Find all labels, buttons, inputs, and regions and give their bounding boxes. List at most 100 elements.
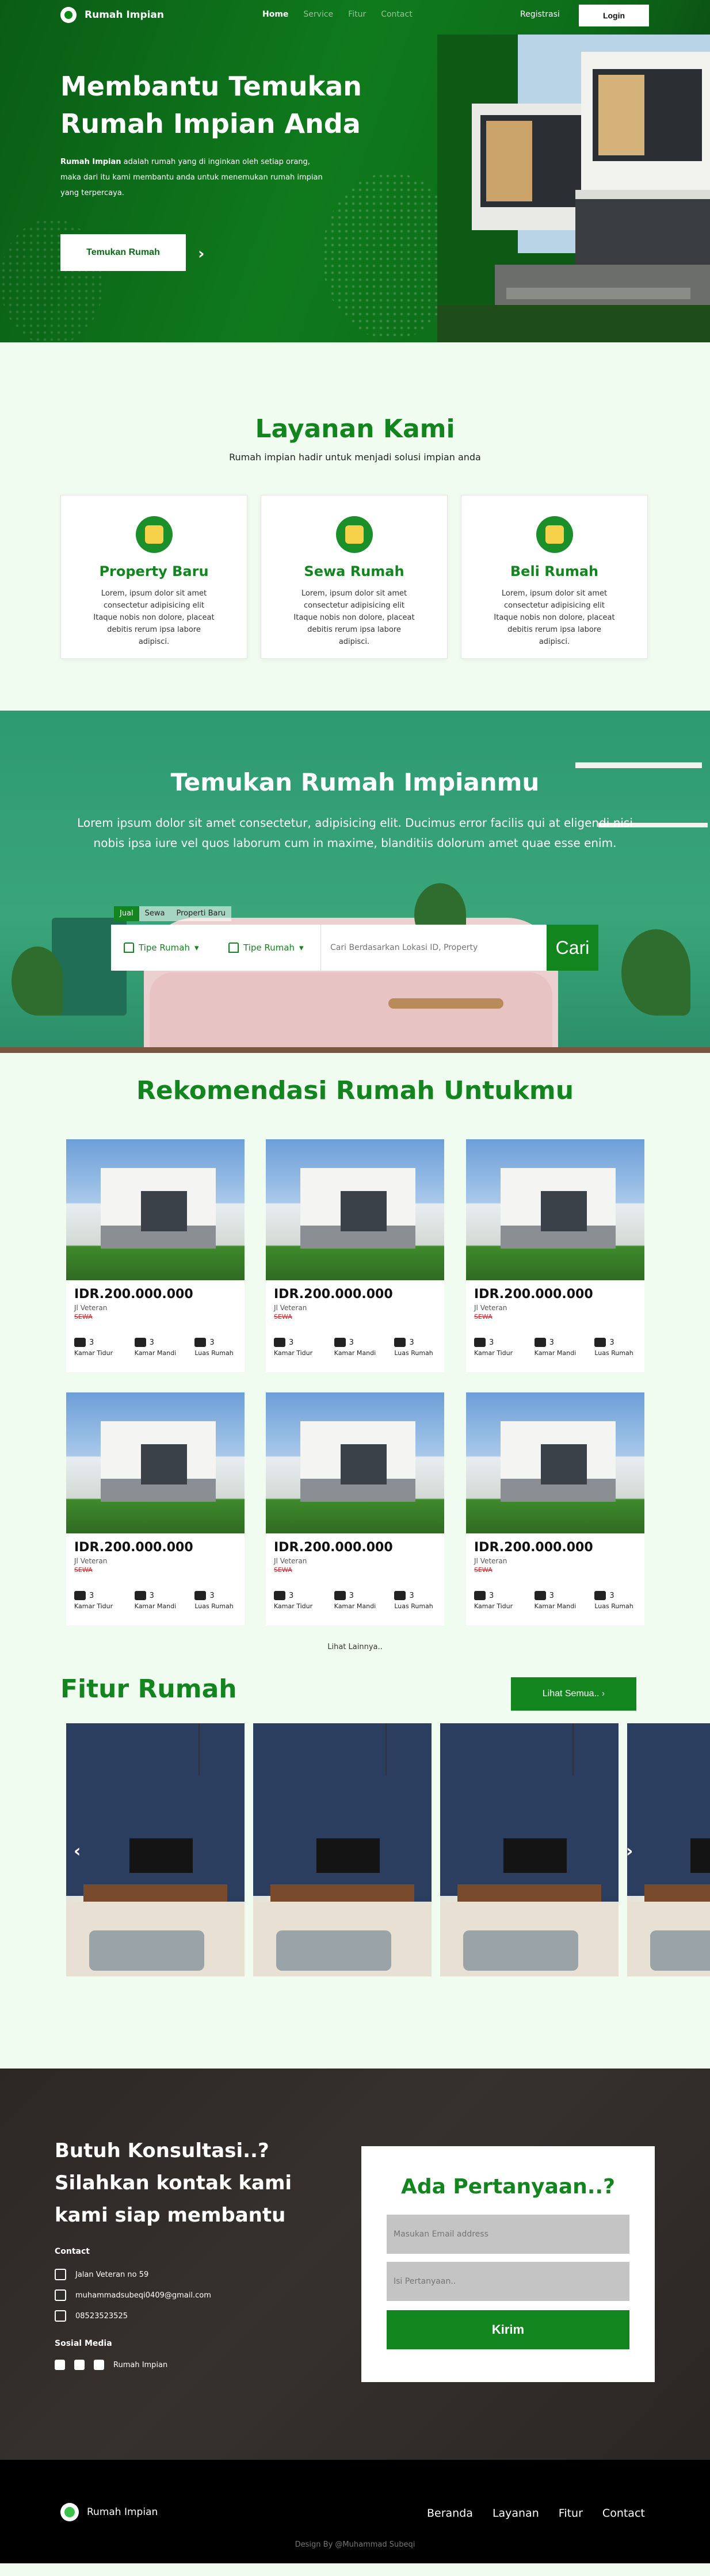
beds-label: Kamar Tidur (74, 1349, 113, 1357)
beds-count: 3 (89, 1591, 94, 1600)
area-count: 3 (409, 1338, 414, 1347)
search-description: Lorem ipsum dolor sit amet consectetur, … (77, 816, 633, 850)
email-field[interactable] (387, 2215, 629, 2254)
brand[interactable]: Rumah Impian (60, 7, 164, 23)
service-card-text: Lorem, ipsum dolor sit amet consectetur … (293, 589, 415, 646)
table-decoration (388, 998, 503, 1009)
search-input[interactable] (320, 925, 547, 971)
beds-label: Kamar Tidur (74, 1602, 113, 1610)
baths-count: 3 (349, 1591, 354, 1600)
property-price: IDR.200.000.000 (474, 1287, 593, 1302)
beds-count: 3 (289, 1338, 294, 1347)
contact-phone-row[interactable]: 08523523525 (55, 2310, 128, 2322)
services-title: Layanan Kami (255, 414, 455, 444)
property-card[interactable]: IDR.200.000.000 Jl Veteran SEWA 3 Kamar Tidu… (266, 1392, 444, 1625)
nav-link-fitur[interactable]: Fitur (348, 10, 366, 19)
login-button[interactable]: Login (579, 5, 649, 26)
question-field[interactable] (387, 2262, 629, 2301)
area-icon (194, 1338, 207, 1347)
house-type-select-2[interactable]: Tipe Rumah ▾ (216, 942, 320, 953)
feature-area: 3 Luas Rumah (194, 1338, 245, 1357)
carousel-next-icon[interactable]: › (626, 1841, 633, 1861)
see-all-label: Lihat Semua.. (542, 1689, 600, 1699)
feature-baths: 3 Kamar Mandi (534, 1338, 585, 1357)
see-all-button[interactable]: Lihat Semua.. › (511, 1677, 636, 1711)
footer-brand[interactable]: Rumah Impian (60, 2503, 158, 2521)
property-card[interactable]: IDR.200.000.000 Jl Veteran SEWA 3 Kamar Tidu… (66, 1139, 245, 1372)
tab-properti-baru[interactable]: Properti Baru (170, 906, 232, 921)
service-card-text: Lorem, ipsum dolor sit amet consectetur … (494, 589, 615, 646)
property-address: Jl Veteran (474, 1557, 507, 1565)
tab-jual[interactable]: Jual (114, 906, 139, 921)
property-tag: SEWA (274, 1313, 292, 1321)
contact-address: Jalan Veteran no 59 (75, 2270, 149, 2279)
feature-slide[interactable] (627, 1723, 710, 1976)
nav-link-contact[interactable]: Contact (381, 10, 412, 19)
footer-link-beranda[interactable]: Beranda (427, 2507, 473, 2520)
beds-label: Kamar Tidur (474, 1349, 513, 1357)
beds-label: Kamar Tidur (474, 1602, 513, 1610)
bath-icon (534, 1338, 546, 1347)
property-image (466, 1392, 644, 1533)
services-subtitle: Rumah impian hadir untuk menjadi solusi … (229, 452, 481, 463)
property-card[interactable]: IDR.200.000.000 Jl Veteran SEWA 3 Kamar Tidu… (466, 1139, 644, 1372)
carousel-prev-icon[interactable]: ‹ (74, 1841, 81, 1861)
area-label: Luas Rumah (394, 1349, 433, 1357)
house-type-select-1[interactable]: Tipe Rumah ▾ (111, 942, 216, 953)
baths-label: Kamar Mandi (534, 1349, 577, 1357)
contact-phone: 08523523525 (75, 2311, 128, 2321)
register-link[interactable]: Registrasi (520, 10, 560, 19)
service-card-sewa-rumah[interactable]: Sewa Rumah Lorem, ipsum dolor sit amet c… (261, 495, 448, 659)
contact-email-row[interactable]: muhammadsubeqi0409@gmail.com (55, 2289, 211, 2301)
see-more-link[interactable]: Lihat Lainnya.. (0, 1643, 710, 1651)
chevron-right-icon[interactable]: › (198, 244, 205, 263)
property-price: IDR.200.000.000 (474, 1540, 593, 1555)
contact-email: muhammadsubeqi0409@gmail.com (75, 2291, 211, 2300)
phone-icon (55, 2310, 66, 2322)
instagram-icon[interactable] (94, 2360, 104, 2370)
floor-decoration (0, 1047, 710, 1053)
social-row: Rumah Impian (55, 2360, 167, 2370)
property-features: 3 Kamar Tidur 3 Kamar Mandi 3 Luas Rumah (474, 1338, 644, 1357)
submit-button[interactable]: Kirim (387, 2310, 629, 2349)
nav-link-home[interactable]: Home (262, 10, 288, 19)
footer-link-fitur[interactable]: Fitur (559, 2507, 583, 2520)
property-card[interactable]: IDR.200.000.000 Jl Veteran SEWA 3 Kamar Tidu… (266, 1139, 444, 1372)
feature-beds: 3 Kamar Tidur (474, 1591, 524, 1610)
service-card-beli-rumah[interactable]: Beli Rumah Lorem, ipsum dolor sit amet c… (461, 495, 648, 659)
plant-decoration (12, 947, 63, 1016)
feature-beds: 3 Kamar Tidur (74, 1338, 124, 1357)
facebook-icon[interactable] (55, 2360, 65, 2370)
feature-slide[interactable] (66, 1723, 245, 1976)
search-tabs: Jual Sewa Properti Baru (114, 906, 232, 921)
house-icon (228, 942, 239, 953)
feature-baths: 3 Kamar Mandi (134, 1338, 185, 1357)
recommendations-section: Rekomendasi Rumah Untukmu IDR.200.000.00… (0, 1053, 710, 1660)
footer-brand-name: Rumah Impian (87, 2506, 158, 2518)
tab-sewa[interactable]: Sewa (139, 906, 171, 921)
hero-title: Membantu Temukan Rumah Impian Anda (60, 71, 362, 139)
nav-link-service[interactable]: Service (303, 10, 333, 19)
social-name: Rumah Impian (113, 2360, 168, 2369)
footer-link-layanan[interactable]: Layanan (493, 2507, 539, 2520)
property-card[interactable]: IDR.200.000.000 Jl Veteran SEWA 3 Kamar Tidu… (66, 1392, 245, 1625)
feature-baths: 3 Kamar Mandi (134, 1591, 185, 1610)
bed-icon (274, 1591, 285, 1600)
baths-count: 3 (349, 1338, 354, 1347)
service-card-property-baru[interactable]: Property Baru Lorem, ipsum dolor sit ame… (60, 495, 247, 659)
twitter-icon[interactable] (74, 2360, 85, 2370)
property-features: 3 Kamar Tidur 3 Kamar Mandi 3 Luas Rumah (74, 1591, 245, 1610)
bed-icon (74, 1591, 86, 1600)
location-icon (55, 2269, 66, 2280)
hero-house-image (437, 35, 710, 342)
find-house-button[interactable]: Temukan Rumah (60, 234, 186, 271)
property-image (466, 1139, 644, 1280)
area-icon (594, 1338, 606, 1347)
navbar: Rumah Impian Home Service Fitur Contact … (0, 0, 710, 30)
feature-slide[interactable] (440, 1723, 619, 1976)
baths-label: Kamar Mandi (534, 1602, 577, 1610)
feature-slide[interactable] (253, 1723, 432, 1976)
search-button[interactable]: Cari (547, 925, 598, 971)
property-card[interactable]: IDR.200.000.000 Jl Veteran SEWA 3 Kamar Tidu… (466, 1392, 644, 1625)
footer-link-contact[interactable]: Contact (602, 2507, 645, 2520)
